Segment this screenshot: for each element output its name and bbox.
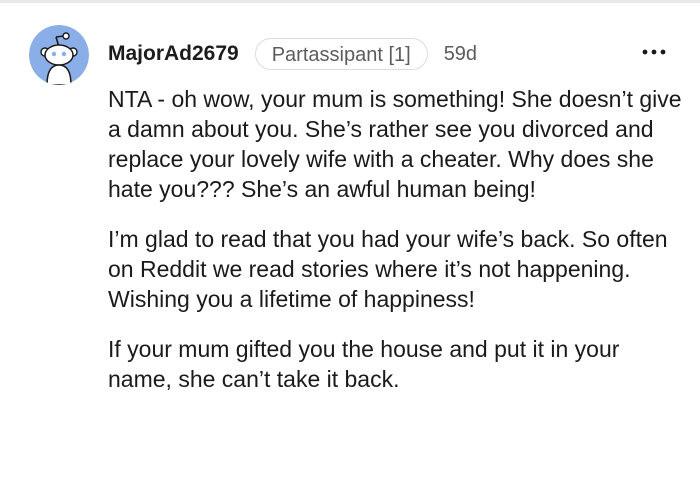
user-flair-badge: Partassipant [1] xyxy=(254,38,428,70)
comment-paragraph-1: NTA - oh wow, your mum is something! She… xyxy=(108,86,682,202)
comment-header: MajorAd2679 Partassipant [1] 59d xyxy=(108,36,477,72)
comment: MajorAd2679 Partassipant [1] 59d NTA - o… xyxy=(0,0,700,500)
username-link[interactable]: MajorAd2679 xyxy=(108,42,239,66)
comment-paragraph-2: I’m glad to read that you had your wife’… xyxy=(108,226,668,312)
comment-paragraph-3: If your mum gifted you the house and put… xyxy=(108,336,620,392)
avatar[interactable] xyxy=(29,25,89,85)
more-options-icon xyxy=(642,49,666,55)
more-options-button[interactable] xyxy=(640,38,668,66)
comment-body: NTA - oh wow, your mum is something! She… xyxy=(108,84,683,414)
comment-age: 59d xyxy=(443,42,478,65)
reddit-snoo-avatar-icon xyxy=(29,25,89,85)
